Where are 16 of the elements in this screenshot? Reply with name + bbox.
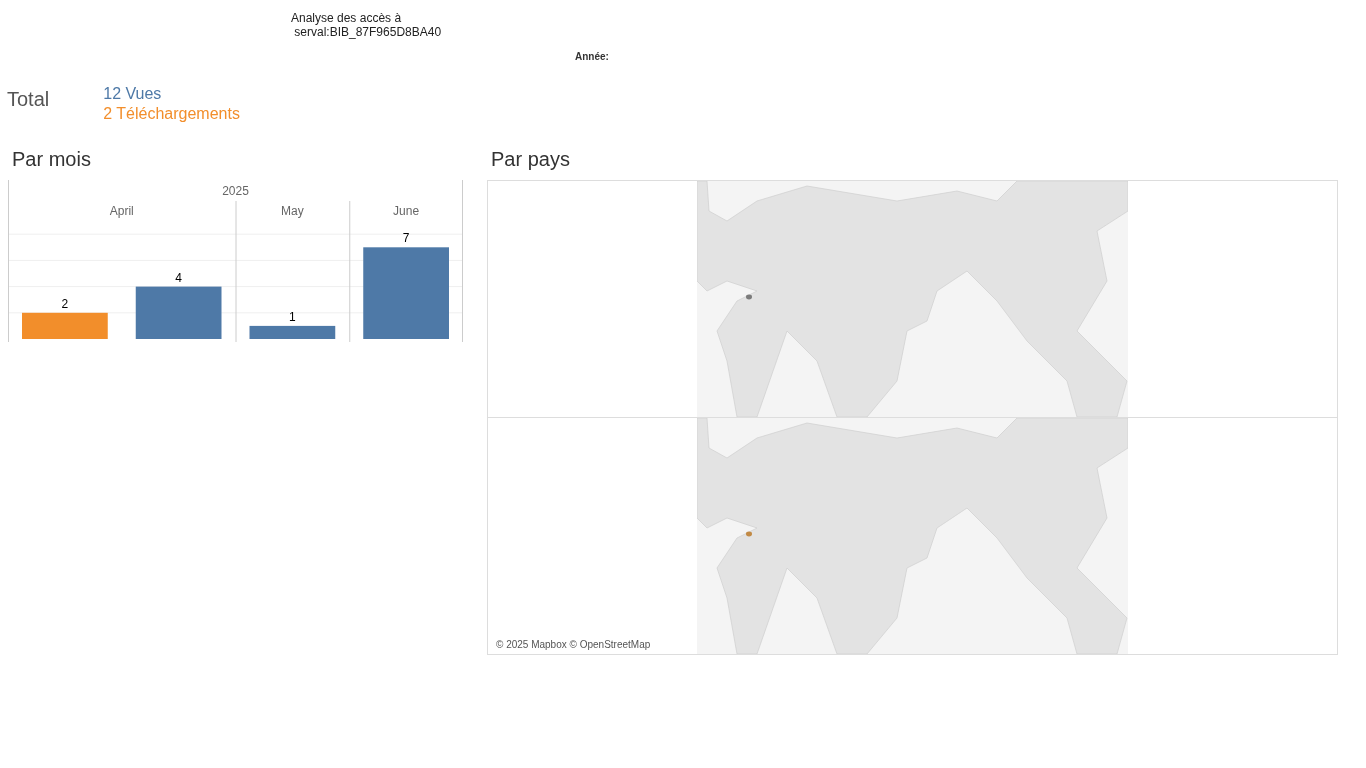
month-header: May: [281, 204, 304, 218]
month-header: April: [109, 204, 134, 218]
dashboard-title: Analyse des accès à serval:BIB_87F965D8BA40: [291, 11, 442, 39]
total-measure: 12 Vues: [103, 84, 163, 104]
bar-value-label: 1: [289, 309, 296, 324]
total-measure: 2 Téléchargements: [103, 104, 240, 124]
month-header: June: [393, 204, 420, 218]
year-header: 2025: [222, 184, 249, 198]
bar-value-label: 4: [175, 270, 182, 285]
section-title: Par mois: [12, 148, 92, 172]
section-title: Par pays: [491, 148, 571, 172]
bar-value-label: 7: [402, 231, 410, 246]
map-attribution: © 2025 Mapbox © OpenStreetMap: [494, 638, 653, 651]
total-label: Total: [7, 88, 50, 112]
bar-value-label: 2: [61, 296, 69, 311]
filter-label: Année:: [575, 51, 609, 62]
